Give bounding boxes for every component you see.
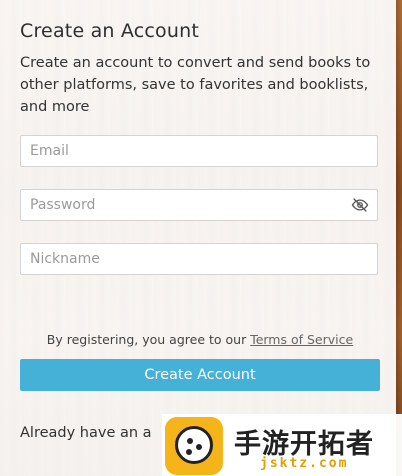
terms-prefix: By registering, you agree to our (46, 332, 251, 347)
signup-card: Create an Account Create an account to c… (0, 0, 396, 476)
already-have-account-text: Already have an a (20, 425, 152, 441)
create-account-button[interactable]: Create Account (20, 359, 380, 391)
password-input[interactable] (21, 190, 330, 220)
watermark: 手游开拓者 jsktz.com (162, 414, 402, 476)
terms-notice: By registering, you agree to our Terms o… (0, 332, 400, 347)
watermark-logo-icon (165, 417, 223, 475)
email-input[interactable] (21, 136, 330, 166)
nickname-input[interactable] (21, 244, 330, 274)
page-subtitle: Create an account to convert and send bo… (20, 55, 371, 115)
eye-slash-icon[interactable] (351, 196, 369, 214)
page-title: Create an Account (20, 20, 200, 42)
nickname-field[interactable] (20, 243, 378, 275)
watermark-url: jsktz.com (260, 456, 349, 471)
terms-of-service-link[interactable]: Terms of Service (250, 332, 353, 347)
email-field[interactable] (20, 135, 378, 167)
password-field[interactable] (20, 189, 378, 221)
